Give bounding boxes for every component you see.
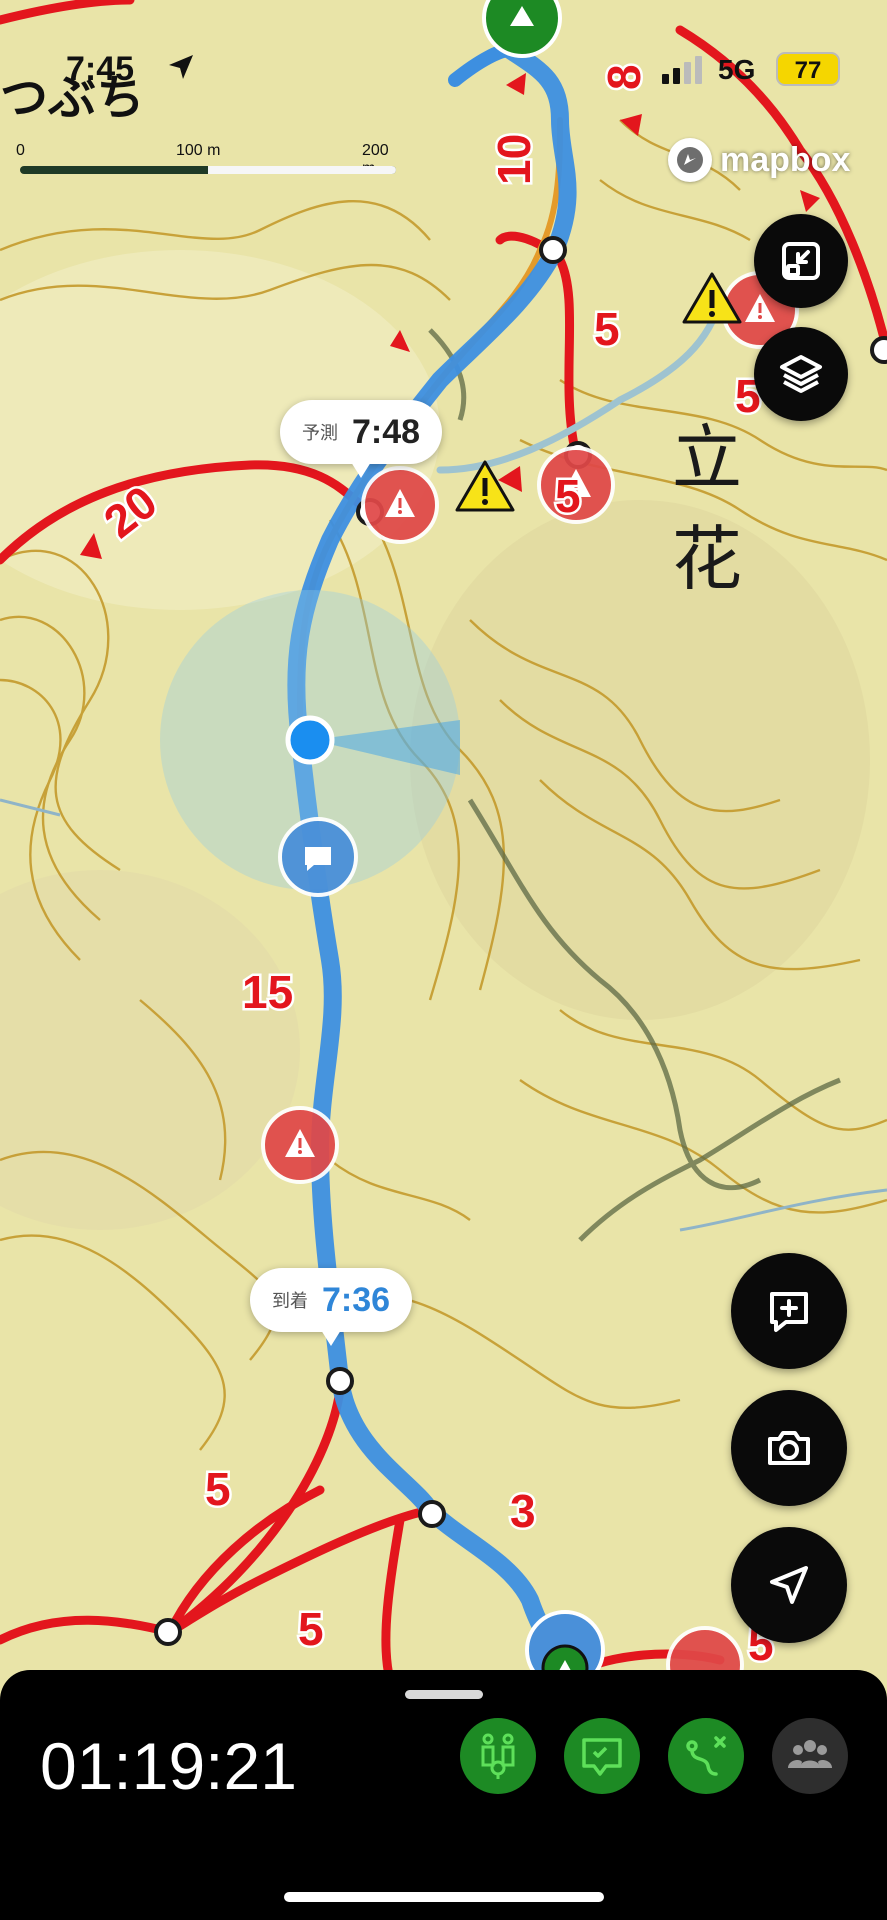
- trail-time-label: 5: [555, 470, 581, 522]
- route-icon: [686, 1736, 726, 1776]
- arrival-label: 到着: [272, 1291, 308, 1311]
- route-button[interactable]: [668, 1718, 744, 1794]
- hikers-icon: [481, 1733, 515, 1779]
- fullscreen-icon: [782, 242, 820, 280]
- place-label: 立 花: [672, 417, 772, 600]
- map-attribution[interactable]: mapbox: [668, 138, 850, 182]
- comment-marker: [278, 817, 358, 897]
- trail-time-label: 3: [510, 1485, 536, 1537]
- scale-label: 0: [16, 142, 25, 159]
- arrival-time: 7:36: [322, 1280, 391, 1319]
- forecast-callout: 予測 7:48: [280, 400, 443, 478]
- signal-icon: [662, 56, 702, 84]
- add-note-icon: [770, 1292, 808, 1332]
- scale-bar-graphic: [20, 166, 396, 174]
- forecast-label: 予測: [302, 423, 338, 443]
- layers-button[interactable]: [754, 327, 848, 421]
- layers-icon: [780, 355, 822, 393]
- hikers-button[interactable]: [460, 1718, 536, 1794]
- bottom-panel: 01:19:21: [0, 1670, 887, 1920]
- chat-button[interactable]: [564, 1718, 640, 1794]
- attribution-text: mapbox: [720, 140, 851, 179]
- camera-button[interactable]: [731, 1390, 847, 1506]
- forecast-time: 7:48: [352, 412, 421, 451]
- trail-time-label: 5: [298, 1603, 324, 1655]
- location-arrow-icon: [770, 1566, 808, 1604]
- drag-handle[interactable]: [405, 1690, 483, 1699]
- trail-time-label: 15: [242, 966, 293, 1018]
- trail-time-label: 5: [594, 303, 620, 355]
- scale-label: 100 m: [176, 142, 221, 159]
- trail-time-label: 10: [488, 134, 540, 185]
- trail-time-label: 5: [205, 1463, 231, 1515]
- chat-icon: [582, 1738, 622, 1776]
- current-location: [285, 715, 335, 765]
- network-type: 5G: [718, 54, 756, 85]
- camera-icon: [768, 1431, 810, 1465]
- status-bar: 7:45 5G 77: [0, 0, 887, 140]
- group-button[interactable]: [772, 1718, 848, 1794]
- locate-button[interactable]: [731, 1527, 847, 1643]
- add-note-button[interactable]: [731, 1253, 847, 1369]
- group-icon: [788, 1740, 832, 1768]
- arrival-callout: 到着 7:36: [250, 1268, 413, 1346]
- fullscreen-button[interactable]: [754, 214, 848, 308]
- scale-bar: 0 100 m 200 m: [16, 142, 396, 182]
- home-indicator[interactable]: [284, 1892, 604, 1902]
- mapbox-logo-icon: [668, 138, 712, 182]
- battery-indicator: 77: [776, 52, 840, 86]
- elapsed-time: 01:19:21: [40, 1729, 297, 1803]
- status-time: 7:45: [66, 50, 135, 88]
- location-services-icon: [169, 55, 193, 79]
